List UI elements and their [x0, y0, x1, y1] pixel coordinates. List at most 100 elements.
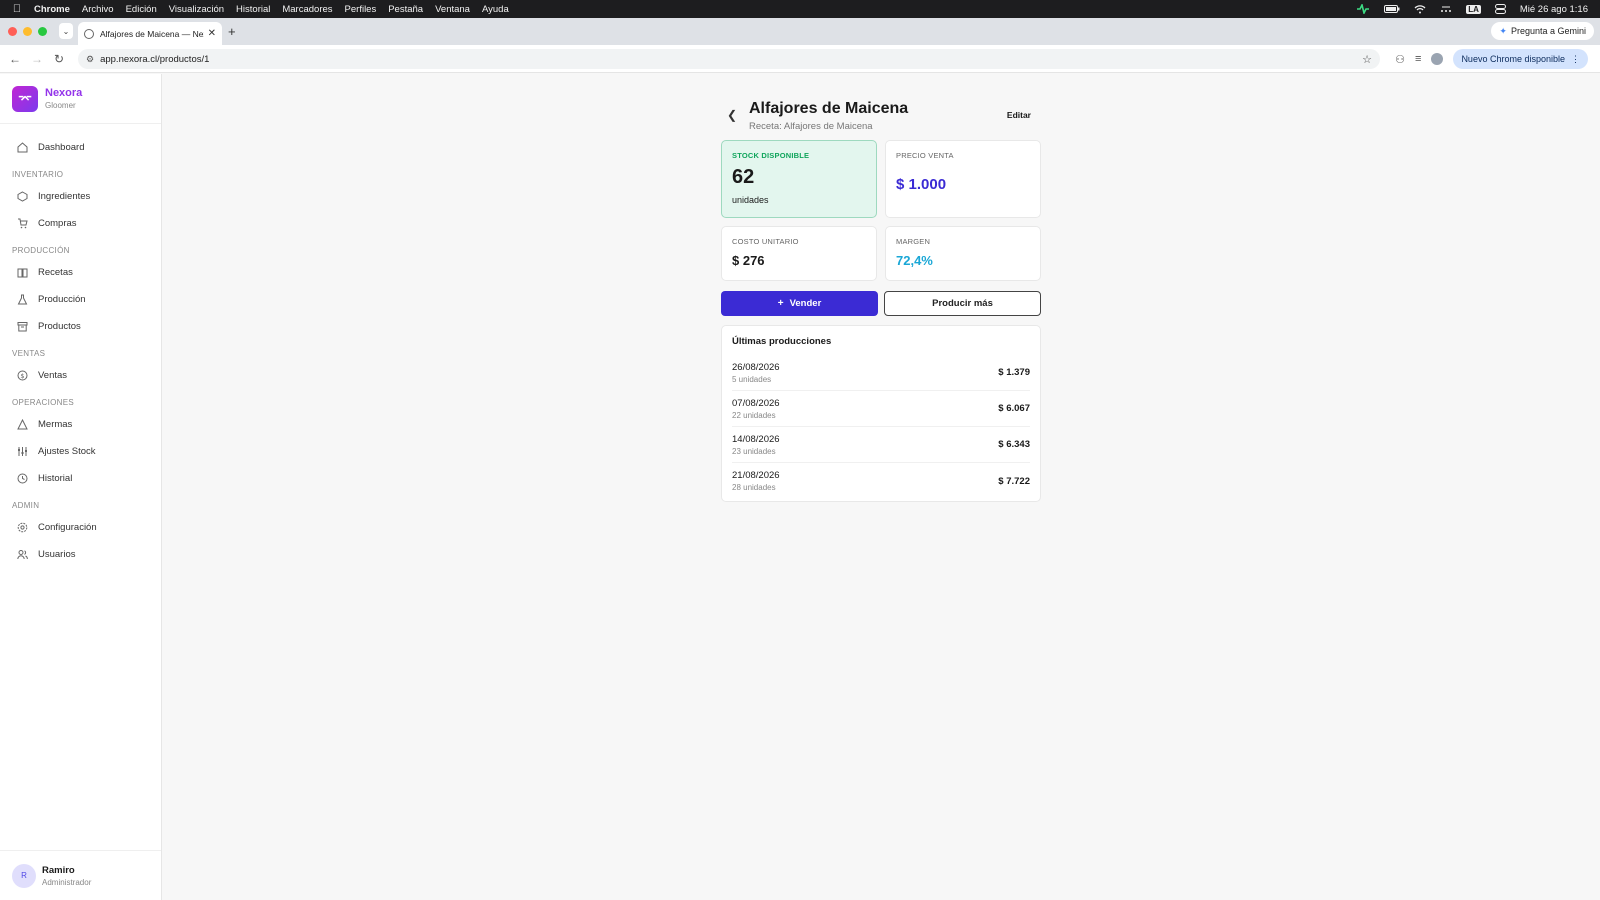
- margin-label: MARGEN: [896, 237, 931, 246]
- new-tab-plus-icon[interactable]: +: [228, 24, 236, 39]
- home-icon: [16, 142, 28, 154]
- page-title: Alfajores de Maicena: [749, 100, 909, 117]
- menu-archivo[interactable]: Archivo: [82, 4, 114, 15]
- production-amount: $ 6.343: [998, 439, 1030, 450]
- window-controls: [8, 27, 47, 36]
- sell-button[interactable]: + Vender: [721, 291, 878, 316]
- menu-ventana[interactable]: Ventana: [435, 4, 470, 15]
- menu-perfiles[interactable]: Perfiles: [345, 4, 377, 15]
- recent-productions: Últimas producciones 26/08/2026 5 unidad…: [721, 325, 1041, 502]
- cost-label: COSTO UNITARIO: [732, 237, 799, 246]
- url-text[interactable]: app.nexora.cl/productos/1: [100, 54, 209, 65]
- nav-section-inventario: INVENTARIO: [12, 170, 64, 179]
- menu-ayuda[interactable]: Ayuda: [482, 4, 509, 15]
- nexora-logo-icon: ⌤: [12, 85, 38, 112]
- site-settings-icon[interactable]: ⚙: [86, 54, 94, 65]
- production-date: 14/08/2026: [732, 433, 780, 445]
- brand-subtitle: Gloomer: [45, 101, 76, 110]
- tab-close-icon[interactable]: ✕: [208, 28, 216, 39]
- product-header: ❮ Alfajores de Maicena Receta: Alfajores…: [721, 96, 1041, 140]
- menubar-clock[interactable]: Mié 26 ago 1:16: [1520, 4, 1588, 15]
- address-bar[interactable]: ⚙ app.nexora.cl/productos/1 ☆: [78, 49, 1380, 69]
- sidebar-item-ingredientes[interactable]: Ingredientes: [0, 183, 161, 210]
- production-amount: $ 1.379: [998, 367, 1030, 378]
- back-arrow-icon[interactable]: ←: [4, 52, 26, 66]
- maximize-window-button[interactable]: [38, 27, 47, 36]
- menu-edicion[interactable]: Edición: [126, 4, 157, 15]
- sidebar-item-dashboard[interactable]: Dashboard: [0, 134, 161, 161]
- list-item[interactable]: 21/08/2026 28 unidades $ 7.722: [732, 463, 1030, 499]
- margin-card: MARGEN 72,4%: [885, 226, 1041, 281]
- tab-title: Alfajores de Maicena — Nexora: [100, 28, 204, 39]
- sidebar-item-historial[interactable]: Historial: [0, 465, 161, 492]
- sidebar-item-recetas[interactable]: Recetas: [0, 259, 161, 286]
- sidebar-item-configuracion[interactable]: Configuración: [0, 514, 161, 541]
- list-item[interactable]: 14/08/2026 23 unidades $ 6.343: [732, 427, 1030, 463]
- minimize-window-button[interactable]: [23, 27, 32, 36]
- dots-menu-icon[interactable]: [1440, 5, 1452, 13]
- sidebar-item-mermas[interactable]: Mermas: [0, 411, 161, 438]
- production-date: 21/08/2026: [732, 470, 780, 481]
- app-sidebar: ⌤ Nexora Gloomer Dashboard INVENTARIO In…: [0, 74, 162, 900]
- stock-card: STOCK DISPONIBLE 62 unidades: [721, 140, 877, 218]
- plus-icon: +: [777, 298, 784, 309]
- back-chevron-icon[interactable]: ❮: [727, 108, 737, 122]
- user-profile[interactable]: R Ramiro Administrador: [0, 850, 161, 900]
- margin-value: 72,4%: [896, 253, 933, 268]
- chrome-update-button[interactable]: Nuevo Chrome disponible ⋮: [1453, 49, 1588, 69]
- apple-icon[interactable]: : [0, 3, 34, 15]
- browser-toolbar: ← → ↻ ⚙ app.nexora.cl/productos/1 ☆ ⚇ ≡ …: [0, 45, 1600, 73]
- produce-label: Producir más: [932, 298, 993, 309]
- menu-app-name[interactable]: Chrome: [34, 4, 70, 15]
- reload-icon[interactable]: ↻: [48, 52, 70, 66]
- produce-more-button[interactable]: Producir más: [884, 291, 1041, 316]
- menu-marcadores[interactable]: Marcadores: [282, 4, 332, 15]
- nav-section-operaciones: OPERACIONES: [12, 398, 74, 407]
- sidebar-item-label: Historial: [38, 473, 73, 484]
- cost-card: COSTO UNITARIO $ 276: [721, 226, 877, 281]
- sidebar-item-label: Ventas: [38, 370, 68, 381]
- sidebar-item-compras[interactable]: Compras: [0, 210, 161, 237]
- brand-header[interactable]: ⌤ Nexora Gloomer: [0, 74, 161, 124]
- stock-label: STOCK DISPONIBLE: [732, 151, 810, 160]
- edit-button[interactable]: Editar: [1007, 110, 1031, 120]
- forward-arrow-icon[interactable]: →: [26, 52, 48, 66]
- menu-visualizacion[interactable]: Visualización: [169, 4, 224, 15]
- sidebar-item-productos[interactable]: Productos: [0, 313, 161, 340]
- tab-search-chevron-icon[interactable]: ⌄: [59, 23, 73, 39]
- profile-avatar-icon[interactable]: [1431, 53, 1444, 65]
- menu-historial[interactable]: Historial: [236, 4, 270, 15]
- extensions-puzzle-icon[interactable]: ⚇: [1395, 53, 1405, 66]
- list-item[interactable]: 26/08/2026 5 unidades $ 1.379: [732, 355, 1030, 391]
- list-item[interactable]: 07/08/2026 22 unidades $ 6.067: [732, 391, 1030, 427]
- warning-triangle-icon: [16, 419, 28, 431]
- archive-icon: [16, 321, 28, 333]
- wifi-icon[interactable]: [1414, 4, 1426, 14]
- nav-section-admin: ADMIN: [12, 501, 40, 510]
- avatar: R: [12, 863, 36, 888]
- active-tab[interactable]: Alfajores de Maicena — Nexora ✕: [78, 22, 222, 45]
- sidebar-item-usuarios[interactable]: Usuarios: [0, 541, 161, 568]
- users-icon: [16, 549, 28, 561]
- sidebar-item-label: Productos: [38, 321, 81, 332]
- nav-section-ventas: VENTAS: [12, 349, 46, 358]
- price-label: PRECIO VENTA: [896, 151, 954, 160]
- sidebar-item-produccion[interactable]: Producción: [0, 286, 161, 313]
- reading-list-icon[interactable]: ≡: [1415, 53, 1421, 65]
- activity-icon[interactable]: [1356, 4, 1370, 14]
- macos-menubar:  Chrome Archivo Edición Visualización H…: [0, 0, 1600, 18]
- box-icon: [16, 191, 28, 203]
- gemini-button[interactable]: ✦ Pregunta a Gemini: [1491, 22, 1594, 40]
- kebab-menu-icon[interactable]: ⋮: [1571, 54, 1580, 65]
- battery-icon[interactable]: [1384, 5, 1400, 13]
- close-window-button[interactable]: [8, 27, 17, 36]
- sidebar-item-ventas[interactable]: $ Ventas: [0, 362, 161, 389]
- bookmark-star-icon[interactable]: ☆: [1362, 53, 1372, 66]
- sidebar-item-label: Compras: [38, 218, 77, 229]
- menu-pestana[interactable]: Pestaña: [388, 4, 423, 15]
- control-center-icon[interactable]: [1494, 4, 1506, 14]
- production-units: 5 unidades: [732, 374, 772, 384]
- input-source-badge[interactable]: LA: [1466, 4, 1481, 14]
- sidebar-item-ajustes-stock[interactable]: Ajustes Stock: [0, 438, 161, 465]
- sidebar-item-label: Configuración: [38, 522, 97, 533]
